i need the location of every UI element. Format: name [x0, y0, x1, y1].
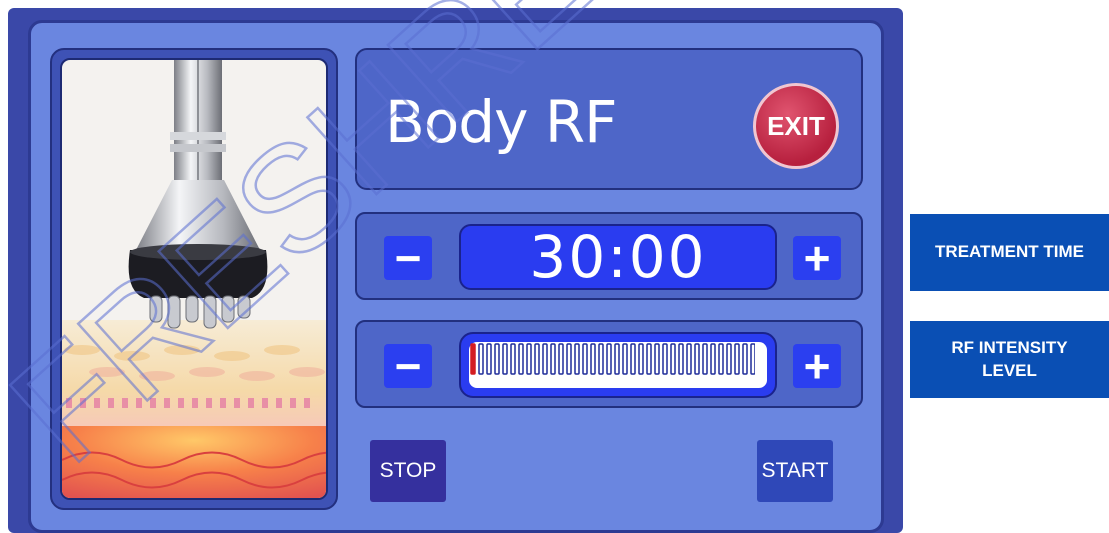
- intensity-level-bar[interactable]: [459, 332, 777, 398]
- intensity-segment: [630, 343, 636, 375]
- intensity-increase-button[interactable]: +: [793, 343, 841, 389]
- intensity-segment: [478, 343, 484, 375]
- intensity-segment: [726, 343, 732, 375]
- intensity-segment: [526, 343, 532, 375]
- rf-intensity-row: − +: [355, 320, 863, 408]
- treatment-time-display: 30:00: [459, 223, 777, 291]
- intensity-segment: [470, 343, 476, 375]
- intensity-segment: [622, 343, 628, 375]
- intensity-decrease-button[interactable]: −: [384, 343, 432, 389]
- intensity-segment: [646, 343, 652, 375]
- intensity-segment: [718, 343, 724, 375]
- intensity-segment: [662, 343, 668, 375]
- intensity-track: [469, 342, 767, 388]
- intensity-segment: [542, 343, 548, 375]
- start-button[interactable]: START: [757, 440, 833, 502]
- treatment-time-row: − 30:00 +: [355, 212, 863, 300]
- intensity-segment: [598, 343, 604, 375]
- intensity-segment: [702, 343, 708, 375]
- intensity-segment: [638, 343, 644, 375]
- treatment-time-tag: TREATMENT TIME: [910, 214, 1109, 291]
- stop-button[interactable]: STOP: [370, 440, 446, 502]
- intensity-segment: [654, 343, 660, 375]
- time-increase-button[interactable]: +: [793, 235, 841, 281]
- exit-button[interactable]: EXIT: [753, 83, 839, 169]
- intensity-segment: [694, 343, 700, 375]
- intensity-segment: [574, 343, 580, 375]
- intensity-segment: [566, 343, 572, 375]
- intensity-segment: [670, 343, 676, 375]
- intensity-segment: [518, 343, 524, 375]
- intensity-segment: [590, 343, 596, 375]
- intensity-segment: [582, 343, 588, 375]
- intensity-segment: [678, 343, 684, 375]
- intensity-segment: [606, 343, 612, 375]
- intensity-segment: [686, 343, 692, 375]
- intensity-segment: [550, 343, 556, 375]
- intensity-segment: [614, 343, 620, 375]
- title-panel: Body RF EXIT: [355, 48, 863, 190]
- intensity-segment: [734, 343, 740, 375]
- intensity-level-segments: [470, 343, 756, 375]
- time-decrease-button[interactable]: −: [384, 235, 432, 281]
- page-title: Body RF: [385, 88, 618, 156]
- intensity-segment: [510, 343, 516, 375]
- treatment-illustration-panel: [50, 48, 338, 510]
- intensity-segment: [486, 343, 492, 375]
- rf-handpiece-illustration: [60, 58, 328, 500]
- intensity-segment: [558, 343, 564, 375]
- intensity-segment: [750, 343, 756, 375]
- intensity-segment: [742, 343, 748, 375]
- intensity-segment: [710, 343, 716, 375]
- rf-intensity-tag: RF INTENSITY LEVEL: [910, 321, 1109, 398]
- intensity-segment: [494, 343, 500, 375]
- intensity-segment: [502, 343, 508, 375]
- intensity-segment: [534, 343, 540, 375]
